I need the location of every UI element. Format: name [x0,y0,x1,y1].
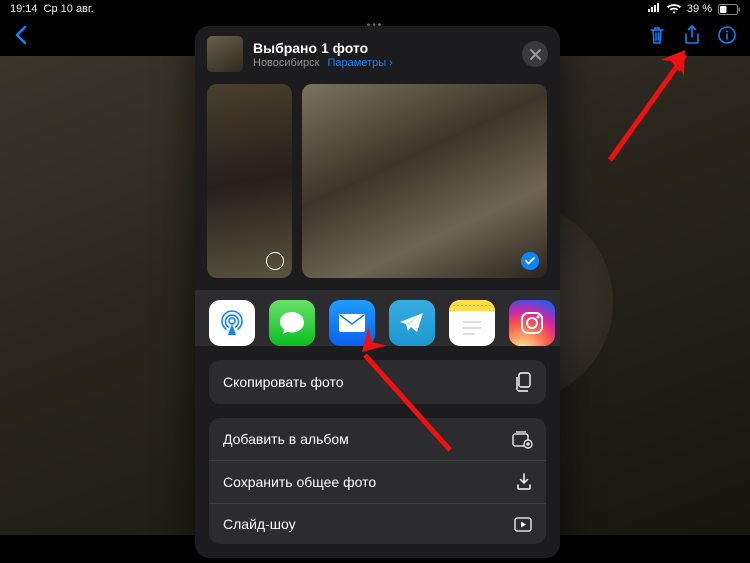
action-list: Скопировать фото Добавить в альбом Сохра… [195,360,560,558]
album-icon [512,430,532,448]
photo-selection-row [195,80,560,290]
status-battery-pct: 39 % [687,3,712,15]
instagram-icon [509,300,555,346]
app-instagram[interactable]: Instagram [509,300,555,346]
close-button[interactable] [522,41,548,67]
photo-thumbnail-1[interactable] [207,84,292,278]
mail-icon [329,300,375,346]
messages-icon [269,300,315,346]
battery-icon [718,4,740,15]
selected-check-icon [521,252,539,270]
sheet-title: Выбрано 1 фото [253,40,512,56]
status-date: Ср 10 авг. [44,3,94,15]
airdrop-icon [209,300,255,346]
signal-icon [647,3,661,16]
status-bar: 19:14 Ср 10 авг. 39 % [0,0,750,18]
sheet-options-link[interactable]: Параметры › [327,57,392,69]
action-label: Добавить в альбом [223,431,349,447]
action-save-shared[interactable]: Сохранить общее фото [209,461,546,504]
share-apps-strip[interactable]: AirDrop Сообщения Почта Telegram Заметки [195,290,560,346]
sheet-header: Выбрано 1 фото Новосибирск Параметры › [195,26,560,80]
app-telegram[interactable]: Telegram [389,300,435,346]
action-label: Слайд-шоу [223,516,296,532]
app-airdrop[interactable]: AirDrop [209,300,255,346]
trash-button[interactable] [648,25,666,50]
app-messages[interactable]: Сообщения [269,300,315,346]
back-button[interactable] [14,25,28,50]
action-label: Сохранить общее фото [223,474,376,490]
play-icon [514,517,532,532]
info-button[interactable] [718,25,736,50]
action-label: Скопировать фото [223,374,344,390]
copy-icon [514,372,532,392]
notes-icon [449,300,495,346]
action-slideshow[interactable]: Слайд-шоу [209,504,546,544]
photo-thumbnail-2[interactable] [302,84,547,278]
download-icon [516,473,532,491]
wifi-icon [667,4,681,14]
app-notes[interactable]: Заметки [449,300,495,346]
telegram-icon [389,300,435,346]
action-copy-photo[interactable]: Скопировать фото [209,360,546,404]
action-add-album[interactable]: Добавить в альбом [209,418,546,461]
sheet-thumbnail [207,36,243,72]
app-mail[interactable]: Почта [329,300,375,346]
status-time: 19:14 [10,3,38,15]
sheet-location: Новосибирск [253,57,319,69]
share-button[interactable] [684,25,700,50]
share-sheet: Выбрано 1 фото Новосибирск Параметры › A… [195,26,560,558]
